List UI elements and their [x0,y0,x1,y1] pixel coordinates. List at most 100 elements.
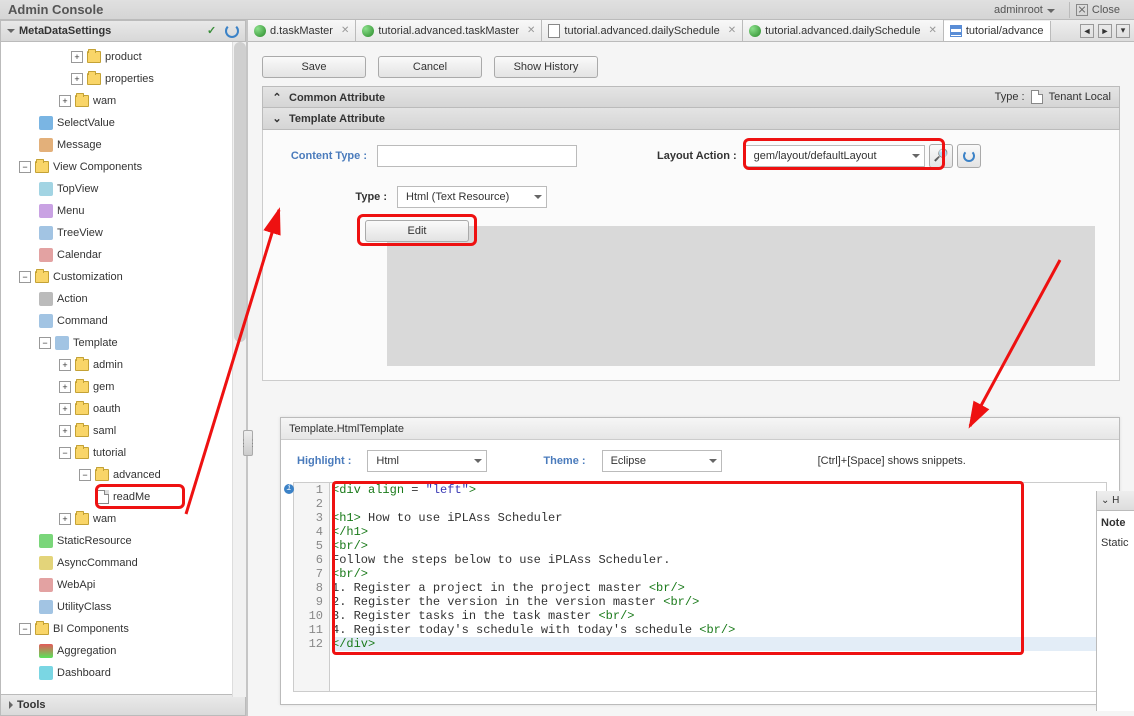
tree-node-tutorial[interactable]: −tutorial [1,442,245,464]
tree-node-advanced[interactable]: −advanced [1,464,245,486]
tree-node-webapi[interactable]: WebApi [1,574,245,596]
tab-menu-button[interactable]: ▾ [1116,24,1130,38]
tree-node-aggregation[interactable]: Aggregation [1,640,245,662]
folder-icon [95,469,109,481]
tab-3[interactable]: tutorial.advanced.dailySchedule✕ [743,20,944,42]
scrollbar[interactable] [232,42,246,697]
tree-node-admin[interactable]: +admin [1,354,245,376]
tab-close-icon[interactable]: ✕ [728,25,736,36]
tree-node-dashboard[interactable]: Dashboard [1,662,245,684]
tree-node-saml[interactable]: +saml [1,420,245,442]
section-template-attribute[interactable]: ⌄Template Attribute [262,108,1120,130]
tab-2[interactable]: tutorial.advanced.dailySchedule✕ [542,20,743,42]
tree-node-selectvalue[interactable]: SelectValue [1,112,245,134]
cancel-button[interactable]: Cancel [378,56,482,78]
tree-node-menu[interactable]: Menu [1,200,245,222]
highlight-select[interactable]: Html [367,450,487,472]
refresh-icon[interactable] [225,24,239,38]
tree-node-wam[interactable]: +wam [1,90,245,112]
dashboard-icon [39,666,53,680]
info-icon: i [284,484,294,494]
tree-node-treeview[interactable]: TreeView [1,222,245,244]
tree-node-customization[interactable]: −Customization [1,266,245,288]
green-ball-icon [362,25,374,37]
tree-node-utilityclass[interactable]: UtilityClass [1,596,245,618]
green-ball-icon [254,25,266,37]
code-editor[interactable]: i1 23456789101112 <div align = "left"> <… [293,482,1107,692]
tab-close-icon[interactable]: ✕ [341,25,349,36]
highlight-label: Highlight : [297,455,351,467]
sidebar: MetaDataSettings +product +properties +w… [0,20,248,716]
tree-node-properties[interactable]: +properties [1,68,245,90]
tab-close-icon[interactable]: ✕ [928,25,936,36]
history-button[interactable]: Show History [494,56,598,78]
folder-icon [75,95,89,107]
editor-panel: Template.HtmlTemplate Highlight : Html T… [280,417,1120,705]
content-type-input[interactable] [377,145,577,167]
folder-icon [35,623,49,635]
tree-node-bicomponents[interactable]: −BI Components [1,618,245,640]
user-dropdown[interactable]: adminroot [988,2,1057,18]
save-button[interactable]: Save [262,56,366,78]
tree-node-readme[interactable]: readMe [1,486,245,508]
type-select[interactable]: Html (Text Resource) [397,186,547,208]
tab-prev-button[interactable]: ◄ [1080,24,1094,38]
expand-handle[interactable]: ⋮⋮ [243,430,253,456]
tree-node-gem[interactable]: +gem [1,376,245,398]
folder-icon [75,359,89,371]
tree-node-topview[interactable]: TopView [1,178,245,200]
tree-node-calendar[interactable]: Calendar [1,244,245,266]
snippet-hint: [Ctrl]+[Space] shows snippets. [818,455,966,467]
chart-icon [39,644,53,658]
tree-node-message[interactable]: Message [1,134,245,156]
tab-1[interactable]: tutorial.advanced.taskMaster✕ [356,20,542,42]
check-icon[interactable] [207,24,221,38]
folder-icon [75,425,89,437]
tree-node-staticresource[interactable]: StaticResource [1,530,245,552]
view-icon [39,182,53,196]
select-icon [39,116,53,130]
util-icon [39,600,53,614]
folder-icon [35,161,49,173]
theme-select[interactable]: Eclipse [602,450,722,472]
refresh-button[interactable] [957,144,981,168]
tree-node-asynccommand[interactable]: AsyncCommand [1,552,245,574]
refresh-icon [963,150,975,162]
tab-4[interactable]: tutorial/advance [944,21,1051,43]
layout-action-select[interactable]: gem/layout/defaultLayout [745,145,925,167]
app-header: Admin Console adminroot Close [0,0,1134,20]
tree-node-action[interactable]: Action [1,288,245,310]
async-icon [39,556,53,570]
tab-0[interactable]: d.taskMaster✕ [248,20,356,42]
tree-node-oauth[interactable]: +oauth [1,398,245,420]
tree-node-wam2[interactable]: +wam [1,508,245,530]
tree-node-product[interactable]: +product [1,46,245,68]
snippet-header[interactable]: ⌄ H [1097,491,1134,511]
file-icon [97,490,109,504]
tools-panel-header[interactable]: Tools [0,694,246,716]
tabs-bar: d.taskMaster✕ tutorial.advanced.taskMast… [248,20,1134,42]
sidebar-panel-header[interactable]: MetaDataSettings [0,20,246,42]
theme-label: Theme : [543,455,585,467]
close-icon [1076,4,1088,16]
chevron-down-icon [7,29,15,37]
grid-icon [950,25,962,37]
file-icon [548,24,560,38]
close-button[interactable]: Close [1069,2,1126,18]
tab-next-button[interactable]: ► [1098,24,1112,38]
tree-node-viewcomponents[interactable]: −View Components [1,156,245,178]
editor-toolbar: Highlight : Html Theme : Eclipse [Ctrl]+… [281,440,1119,482]
action-buttons: Save Cancel Show History [262,56,1120,78]
tree[interactable]: +product +properties +wam SelectValue Me… [0,42,246,694]
tab-close-icon[interactable]: ✕ [527,25,535,36]
search-button[interactable] [929,144,953,168]
web-icon [39,578,53,592]
edit-button[interactable]: Edit [365,220,469,242]
folder-icon [87,51,101,63]
tree-node-command[interactable]: Command [1,310,245,332]
section-common-attribute[interactable]: ⌃Common Attribute Type :Tenant Local [262,86,1120,108]
folder-icon [75,381,89,393]
tree-node-template[interactable]: −Template [1,332,245,354]
folder-icon [75,447,89,459]
message-icon [39,138,53,152]
